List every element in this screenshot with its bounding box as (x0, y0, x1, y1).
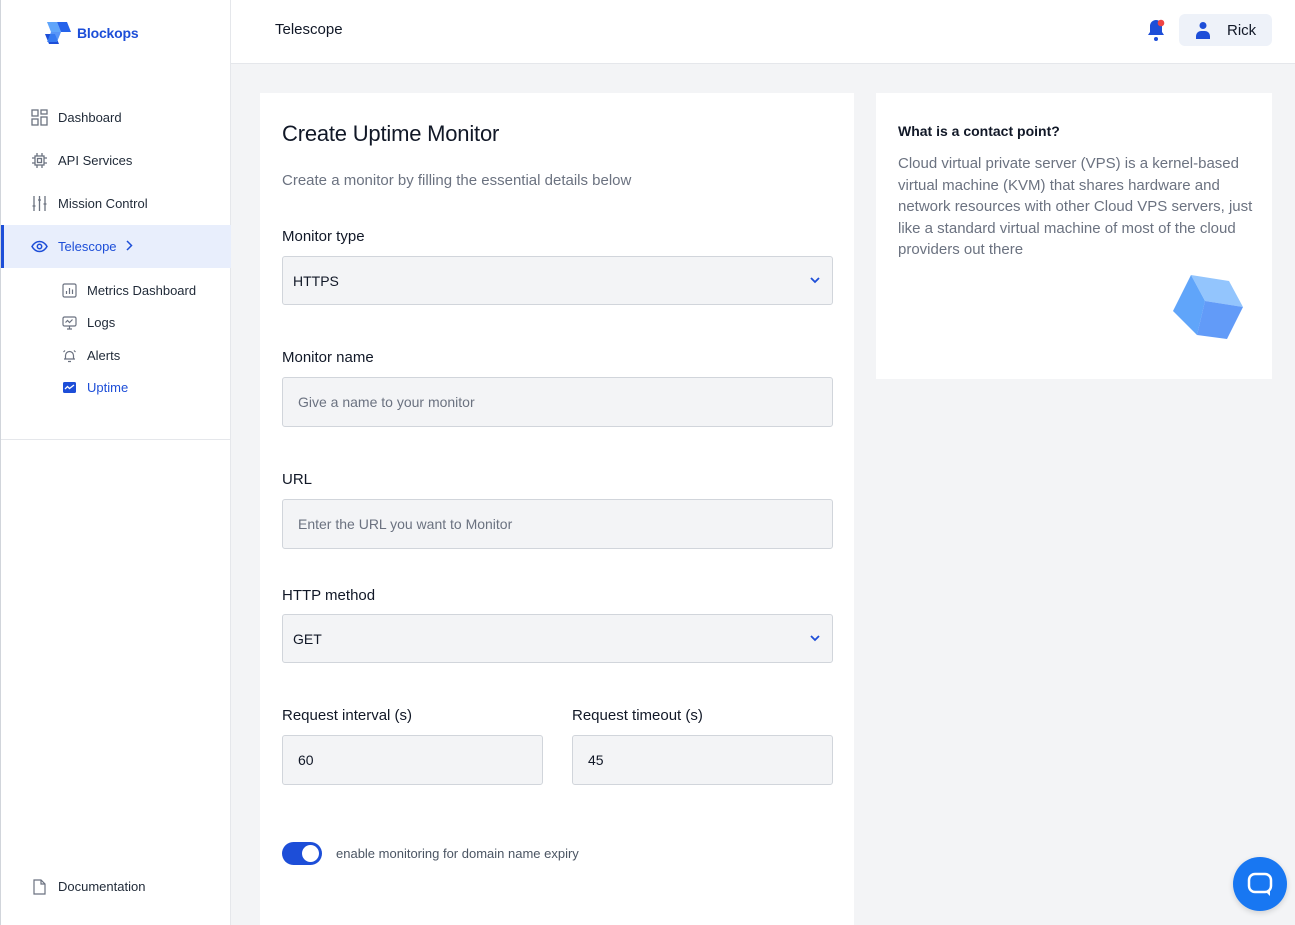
sidebar-item-api-services[interactable]: API Services (1, 139, 231, 182)
brand-name: Blockops (77, 25, 139, 41)
monitor-name-input[interactable] (282, 377, 833, 427)
document-icon (31, 878, 48, 895)
uptime-icon (61, 380, 77, 396)
request-timeout-input[interactable] (572, 735, 833, 785)
domain-expiry-toggle[interactable] (282, 842, 322, 865)
page-title: Telescope (275, 21, 343, 38)
chat-bubble-icon (1247, 872, 1273, 896)
http-method-label: HTTP method (282, 587, 376, 604)
request-interval-input[interactable] (282, 735, 543, 785)
sidebar-subitem-logs[interactable]: Logs (1, 307, 231, 340)
user-avatar-icon (1196, 22, 1210, 39)
dashboard-icon (31, 109, 48, 126)
info-card: What is a contact point? Cloud virtual p… (876, 93, 1272, 379)
form-subtitle: Create a monitor by filling the essentia… (282, 172, 632, 189)
monitor-type-label: Monitor type (282, 228, 365, 245)
form-title: Create Uptime Monitor (282, 121, 500, 146)
sidebar-nav: Dashboard API Services Mission Control T… (1, 96, 231, 404)
chevron-down-icon (810, 635, 820, 642)
chip-icon (31, 152, 48, 169)
request-timeout-label: Request timeout (s) (572, 707, 703, 724)
sidebar-subitem-metrics-dashboard[interactable]: Metrics Dashboard (1, 274, 231, 307)
telescope-subnav: Metrics Dashboard Logs Alerts Uptime (1, 268, 231, 404)
monitor-name-label: Monitor name (282, 349, 374, 366)
blockops-logo-icon (45, 22, 71, 44)
http-method-value: GET (293, 630, 322, 647)
sidebar-subitem-uptime[interactable]: Uptime (1, 372, 231, 405)
create-monitor-card: Create Uptime Monitor Create a monitor b… (260, 93, 854, 925)
notification-bell-icon[interactable] (1145, 17, 1167, 43)
chat-launcher-button[interactable] (1233, 857, 1287, 911)
cube-illustration-icon (1173, 275, 1243, 339)
url-label: URL (282, 471, 313, 488)
sidebar-item-label: Documentation (58, 879, 146, 894)
info-title: What is a contact point? (898, 123, 1060, 139)
bar-chart-icon (61, 282, 77, 298)
sidebar-item-label: Mission Control (58, 196, 148, 211)
sidebar-subitem-label: Uptime (87, 380, 129, 396)
sidebar-subitem-label: Alerts (87, 347, 121, 363)
monitor-type-value: HTTPS (293, 272, 339, 289)
domain-expiry-label: enable monitoring for domain name expiry (336, 846, 579, 861)
sidebar-divider (1, 439, 231, 440)
sliders-icon (31, 195, 48, 212)
top-header: Telescope Rick (231, 0, 1295, 64)
user-name: Rick (1227, 21, 1257, 39)
sidebar-item-telescope[interactable]: Telescope (1, 225, 231, 268)
user-menu[interactable]: Rick (1179, 14, 1272, 46)
sidebar-subitem-alerts[interactable]: Alerts (1, 339, 231, 372)
eye-icon (31, 238, 48, 255)
url-input[interactable] (282, 499, 833, 549)
sidebar-item-label: Dashboard (58, 110, 122, 125)
info-body: Cloud virtual private server (VPS) is a … (898, 155, 1253, 258)
http-method-select[interactable]: GET (282, 614, 833, 663)
chevron-down-icon (810, 277, 820, 284)
alarm-icon (61, 347, 77, 363)
sidebar-item-label: API Services (58, 153, 133, 168)
domain-expiry-toggle-row: enable monitoring for domain name expiry (282, 842, 579, 865)
monitor-icon (61, 315, 77, 331)
sidebar-item-documentation[interactable]: Documentation (31, 878, 145, 895)
toggle-knob (302, 845, 319, 862)
request-interval-label: Request interval (s) (282, 707, 413, 724)
sidebar-item-label: Telescope (58, 239, 117, 254)
sidebar-subitem-label: Metrics Dashboard (87, 282, 197, 298)
sidebar: Blockops Dashboard API Services Mission … (0, 0, 231, 925)
sidebar-subitem-label: Logs (87, 315, 116, 331)
sidebar-item-mission-control[interactable]: Mission Control (1, 182, 231, 225)
chevron-right-icon (125, 239, 133, 254)
monitor-type-select[interactable]: HTTPS (282, 256, 833, 305)
sidebar-item-dashboard[interactable]: Dashboard (1, 96, 231, 139)
brand-logo[interactable]: Blockops (43, 20, 139, 46)
